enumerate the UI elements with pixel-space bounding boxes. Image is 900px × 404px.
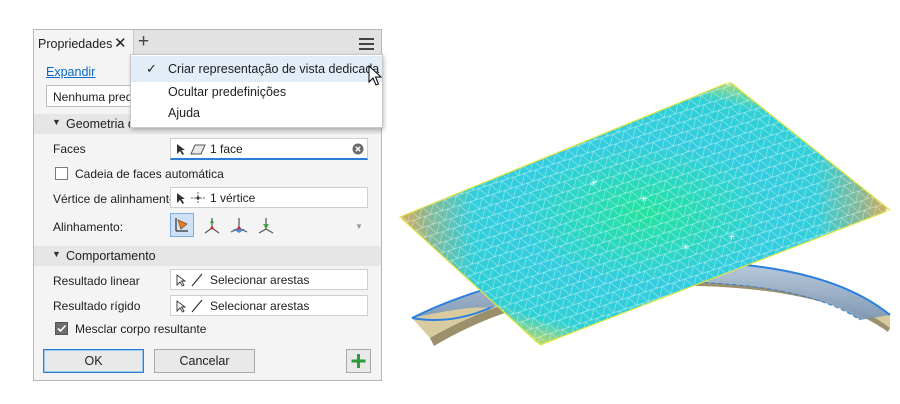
add-button[interactable] bbox=[346, 349, 371, 373]
add-tab-icon[interactable]: + bbox=[138, 31, 149, 53]
align-vertex-label: Vértice de alinhamento bbox=[53, 192, 176, 206]
section-behavior[interactable]: ▼ Comportamento bbox=[34, 246, 381, 266]
auto-chain-label: Cadeia de faces automática bbox=[75, 167, 224, 181]
align-option-2-icon[interactable] bbox=[201, 215, 223, 237]
linear-result-label: Resultado linear bbox=[53, 274, 140, 288]
merge-body-checkbox[interactable] bbox=[55, 322, 68, 335]
rigid-result-value: Selecionar arestas bbox=[210, 299, 310, 313]
align-icon bbox=[175, 218, 188, 232]
svg-text:✳: ✳ bbox=[884, 207, 892, 217]
menu-item-dedicated-view[interactable]: Criar representação de vista dedicada bbox=[168, 62, 379, 76]
select-arrow-icon bbox=[176, 274, 187, 287]
linear-result-selector[interactable]: Selecionar arestas bbox=[170, 269, 368, 290]
checkmark-icon: ✓ bbox=[146, 61, 157, 76]
auto-chain-checkbox[interactable] bbox=[55, 167, 68, 180]
plus-icon bbox=[351, 354, 366, 368]
cancel-button[interactable]: Cancelar bbox=[154, 349, 255, 373]
faces-label: Faces bbox=[53, 142, 86, 156]
select-arrow-icon bbox=[177, 193, 185, 204]
svg-text:✳: ✳ bbox=[590, 179, 598, 189]
tab-title: Propriedades bbox=[38, 37, 113, 51]
select-arrow-icon bbox=[177, 144, 185, 155]
collapse-icon: ▼ bbox=[52, 249, 61, 259]
mouse-pointer-icon bbox=[368, 65, 382, 86]
edge-icon bbox=[191, 273, 203, 287]
rigid-result-label: Resultado rígido bbox=[53, 299, 141, 313]
section-title: Comportamento bbox=[66, 249, 156, 263]
svg-text:✳: ✳ bbox=[728, 233, 736, 243]
align-vertex-selector[interactable]: 1 vértice bbox=[170, 187, 368, 208]
svg-text:✳: ✳ bbox=[394, 214, 402, 224]
collapse-icon: ▼ bbox=[52, 117, 61, 127]
menu-item-hide-presets[interactable]: Ocultar predefinições bbox=[168, 85, 286, 99]
align-option-3-icon[interactable] bbox=[228, 215, 250, 237]
rigid-result-selector[interactable]: Selecionar arestas bbox=[170, 295, 368, 316]
hamburger-menu-icon[interactable] bbox=[359, 38, 374, 50]
merge-body-label: Mesclar corpo resultante bbox=[75, 322, 207, 336]
close-icon[interactable]: ✕ bbox=[114, 34, 127, 52]
face-icon bbox=[190, 144, 206, 155]
menu-item-help[interactable]: Ajuda bbox=[168, 106, 200, 120]
svg-text:✳: ✳ bbox=[682, 243, 690, 253]
linear-result-value: Selecionar arestas bbox=[210, 273, 310, 287]
align-option-1-button[interactable] bbox=[170, 213, 194, 237]
align-option-4-icon[interactable] bbox=[255, 215, 277, 237]
alignment-label: Alinhamento: bbox=[53, 220, 124, 234]
svg-text:✳: ✳ bbox=[724, 79, 732, 89]
checkmark-icon bbox=[57, 324, 67, 333]
options-menu: ✓ Criar representação de vista dedicada … bbox=[130, 54, 383, 128]
ok-button[interactable]: OK bbox=[43, 349, 144, 373]
model-viewport[interactable]: ✳ ✳ ✳ ✳ ✳ ✳ ✳ ✳ bbox=[390, 70, 900, 380]
expand-link[interactable]: Expandir bbox=[46, 65, 95, 79]
svg-text:✳: ✳ bbox=[534, 342, 542, 352]
select-arrow-icon bbox=[176, 300, 187, 313]
faces-value: 1 face bbox=[210, 142, 243, 156]
vertex-icon bbox=[191, 192, 205, 204]
clear-icon[interactable] bbox=[352, 143, 364, 155]
alignment-dropdown-arrow-icon[interactable]: ▼ bbox=[355, 222, 363, 231]
faces-selector[interactable]: 1 face bbox=[170, 138, 368, 160]
svg-text:✳: ✳ bbox=[640, 195, 648, 205]
align-vertex-value: 1 vértice bbox=[210, 191, 256, 205]
tab-properties[interactable]: Propriedades ✕ bbox=[34, 30, 134, 58]
edge-icon bbox=[191, 299, 203, 313]
